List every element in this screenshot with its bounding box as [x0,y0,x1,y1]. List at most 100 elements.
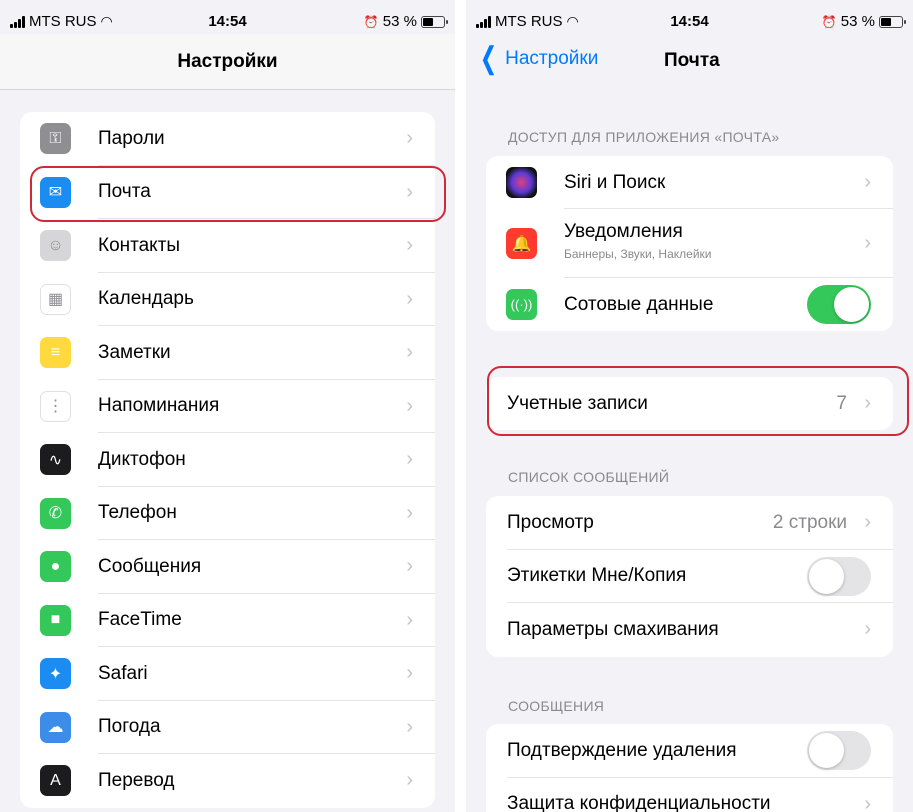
settings-item-label: Календарь [98,288,194,310]
chevron-right-icon: › [864,511,871,534]
privacy-protection-label: Защита конфиденциальности [507,793,771,812]
to-cc-labels-toggle[interactable] [807,556,871,596]
toggle-knob [809,733,844,769]
settings-item-voice-memo[interactable]: ∿ Диктофон › [20,433,435,487]
toggle-knob [834,287,869,322]
settings-item-label: Напоминания [98,395,220,417]
settings-item-label: Заметки [98,341,171,363]
preview-value: 2 строки [772,511,847,533]
battery-percent: 53 % [840,13,875,30]
chevron-right-icon: › [864,232,871,254]
key-icon: ⚿ [40,123,71,155]
swipe-options-row[interactable]: Параметры смахивания › [486,603,893,657]
chevron-right-icon: › [406,501,413,524]
messages-icon: ● [40,551,71,583]
battery-icon [421,15,448,28]
chevron-right-icon: › [406,287,413,310]
calendar-icon: ▦ [40,283,71,315]
cellular-data-label: Сотовые данные [564,293,714,315]
siri-search-row[interactable]: Siri и Поиск › [486,156,893,209]
chevron-right-icon: › [406,448,413,471]
settings-item-label: Перевод [98,769,175,791]
settings-item-mail[interactable]: ✉ Почта › [20,166,435,219]
messages-group: Подтверждение удаления Защита конфиденци… [486,724,893,812]
chevron-right-icon: › [864,392,871,414]
chevron-right-icon: › [864,792,871,812]
voice-memo-icon: ∿ [40,444,71,476]
chevron-right-icon: › [864,171,871,193]
privacy-protection-row[interactable]: Защита конфиденциальности › [486,778,893,812]
settings-screen: MTS RUS ◠ 14:54 ⏰ 53 % Настройки ⚿ Пароли… [0,0,455,812]
message-list-group: Просмотр 2 строки › Этикетки Мне/Копия П… [486,496,893,657]
section-header-message-list: СПИСОК СООБЩЕНИЙ [508,469,670,485]
settings-item-notes[interactable]: ≡ Заметки › [20,326,435,380]
settings-item-label: Сообщения [98,555,202,577]
chevron-right-icon: › [406,127,413,150]
settings-item-translate[interactable]: A Перевод › [20,754,435,808]
section-header-messages: СООБЩЕНИЯ [508,698,605,714]
preview-label: Просмотр [507,511,594,533]
notifications-icon: 🔔 [506,228,537,259]
section-header-access: ДОСТУП ДЛЯ ПРИЛОЖЕНИЯ «ПОЧТА» [508,129,780,145]
battery-indicator: ⏰ 53 % [822,13,906,30]
settings-list: ⚿ Пароли › ✉ Почта › ☺ Контакты › ▦ Календарь › ≡ Зам… [20,112,435,808]
to-cc-labels-row: Этикетки Мне/Копия [486,550,893,603]
contacts-icon: ☺ [40,230,71,262]
settings-item-reminders[interactable]: ⋮ Напоминания › [20,380,435,433]
facetime-icon: ■ [40,604,71,636]
settings-item-weather[interactable]: ☁ Погода › [20,701,435,754]
accounts-label: Учетные записи [507,392,648,414]
settings-item-calendar[interactable]: ▦ Календарь › [20,273,435,326]
settings-item-label: Safari [98,662,148,684]
battery-indicator: ⏰ 53 % [363,13,448,30]
chevron-left-icon: ❮ [479,42,498,75]
settings-item-label: Почта [98,181,151,203]
back-button[interactable]: ❮ Настройки [476,42,599,75]
page-title: Настройки [177,51,278,72]
settings-item-label: Пароли [98,127,165,149]
chevron-right-icon: › [406,715,413,738]
chevron-right-icon: › [406,608,413,631]
settings-item-messages[interactable]: ● Сообщения › [20,540,435,594]
settings-item-safari[interactable]: ✦ Safari › [20,647,435,701]
chevron-right-icon: › [406,341,413,364]
notifications-row[interactable]: 🔔 Уведомления Баннеры, Звуки, Наклейки › [486,209,893,278]
swipe-options-label: Параметры смахивания [507,618,719,640]
translate-icon: A [40,765,71,797]
battery-icon [879,15,906,28]
status-bar: MTS RUS ◠ 14:54 ⏰ 53 % [466,0,913,34]
siri-search-label: Siri и Поиск [564,171,666,193]
settings-item-phone[interactable]: ✆ Телефон › [20,487,435,540]
chevron-right-icon: › [406,180,413,203]
accounts-row[interactable]: Учетные записи 7 › [486,377,893,430]
antenna-icon: ((·)) [506,289,537,320]
accounts-count: 7 [836,392,847,414]
settings-item-label: Контакты [98,234,181,256]
nav-bar: Настройки [0,34,455,90]
preview-row[interactable]: Просмотр 2 строки › [486,496,893,550]
cellular-data-toggle[interactable] [807,285,871,324]
settings-item-facetime[interactable]: ■ FaceTime › [20,594,435,647]
notes-icon: ≡ [40,337,71,369]
mail-settings-screen: MTS RUS ◠ 14:54 ⏰ 53 % ❮ Настройки Почта… [466,0,913,812]
page-title: Почта [664,50,720,71]
settings-item-label: Телефон [98,502,177,524]
weather-icon: ☁ [40,711,71,743]
accounts-group: Учетные записи 7 › [486,377,893,430]
chevron-right-icon: › [864,618,871,641]
confirm-delete-toggle[interactable] [807,731,871,771]
settings-item-key[interactable]: ⚿ Пароли › [20,112,435,166]
settings-item-label: Погода [98,716,161,738]
nav-bar: ❮ Настройки Почта [466,36,913,86]
chevron-right-icon: › [406,769,413,792]
phone-icon: ✆ [40,497,71,529]
status-bar: MTS RUS ◠ 14:54 ⏰ 53 % [0,0,455,34]
alarm-icon: ⏰ [363,14,379,29]
confirm-delete-label: Подтверждение удаления [507,739,737,761]
chevron-right-icon: › [406,662,413,685]
chevron-right-icon: › [406,555,413,578]
mail-icon: ✉ [40,176,71,208]
settings-item-contacts[interactable]: ☺ Контакты › [20,219,435,273]
notifications-label: Уведомления [564,221,683,242]
cellular-data-row: ((·)) Сотовые данные [486,278,893,331]
